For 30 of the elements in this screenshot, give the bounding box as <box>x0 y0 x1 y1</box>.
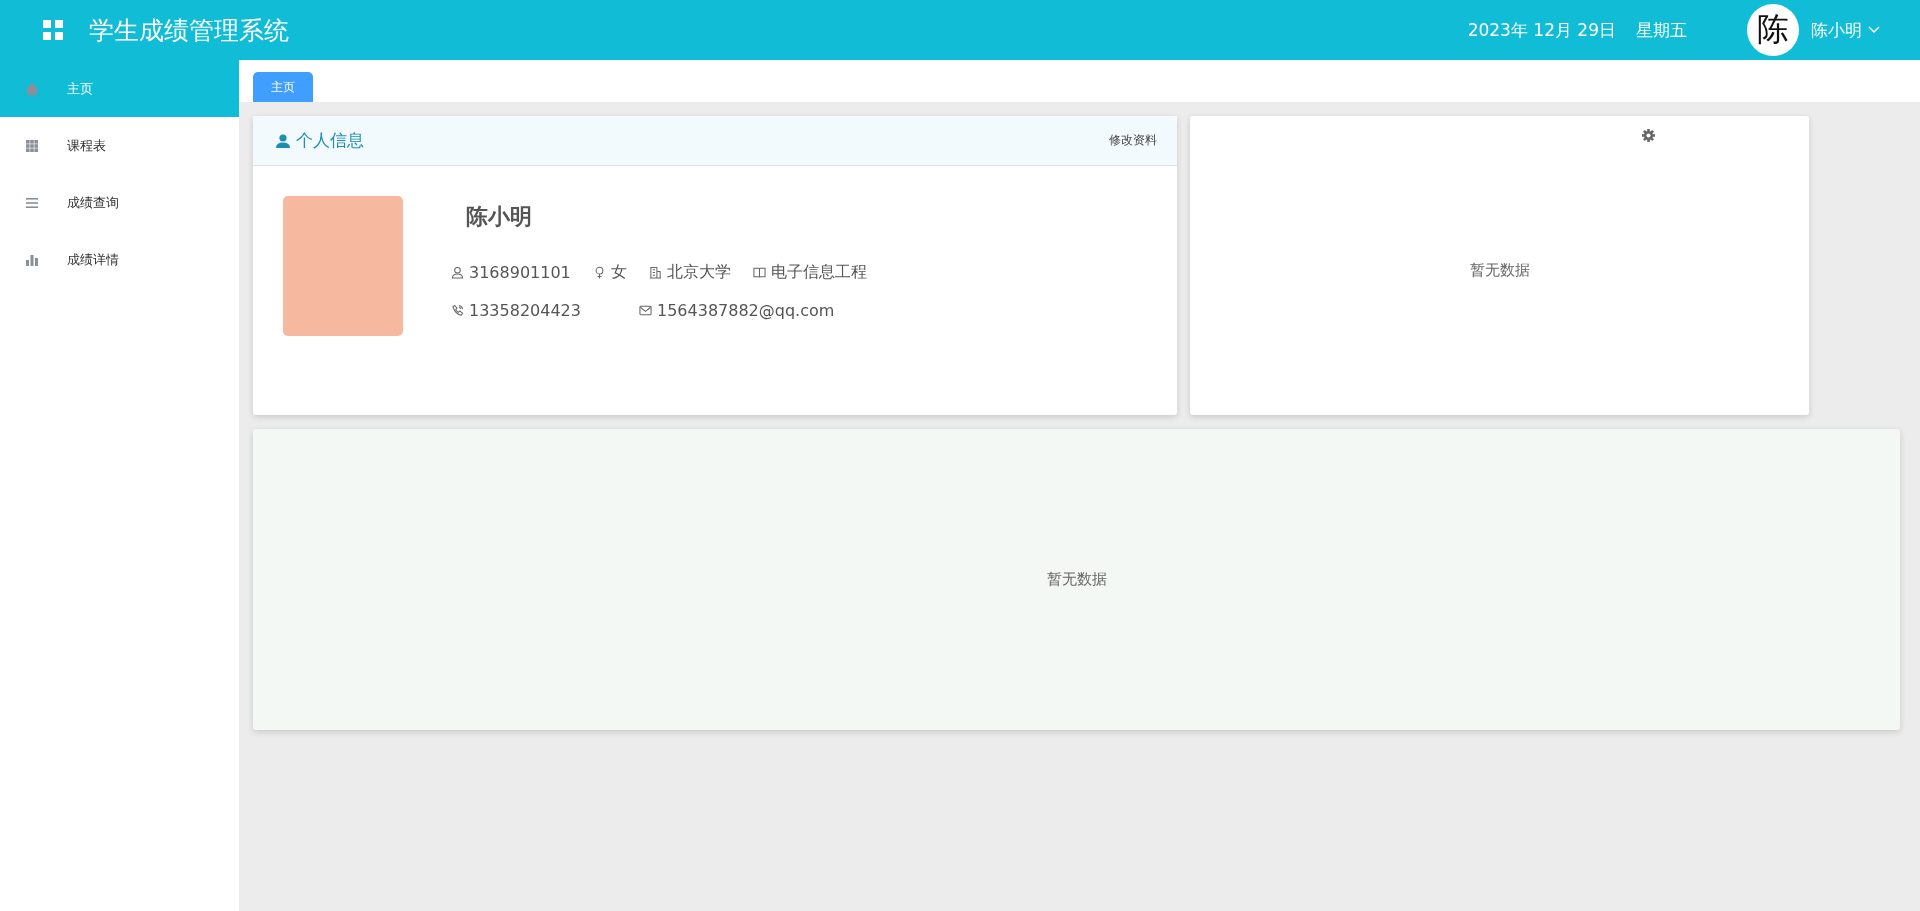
empty-text: 暂无数据 <box>1469 261 1530 280</box>
empty-text: 暂无数据 <box>1046 570 1107 589</box>
student-name: 陈小明 <box>466 203 533 231</box>
grid-icon <box>25 138 39 153</box>
info-text: 女 <box>610 262 627 283</box>
mail-icon <box>639 304 652 317</box>
book-icon <box>752 266 766 279</box>
info-text: 电子信息工程 <box>770 262 867 283</box>
bar-chart-icon <box>25 252 39 267</box>
caret-icon <box>1868 26 1880 34</box>
info-text: 北京大学 <box>666 262 731 283</box>
sidebar-item[interactable]: 成绩查询 <box>0 174 239 231</box>
phone-icon <box>451 304 464 317</box>
sidebar-item[interactable]: 课程表 <box>0 117 239 174</box>
home-icon <box>25 81 39 96</box>
weekday-text: 星期五 <box>1636 18 1687 42</box>
app-title: 学生成绩管理系统 <box>89 14 289 47</box>
user-icon <box>451 266 464 279</box>
date-text: 2023年 12月 29日 <box>1467 18 1616 42</box>
building-icon <box>648 266 662 279</box>
info-text: 1564387882@qq.com <box>657 301 835 320</box>
settings-icon[interactable] <box>1642 129 1655 142</box>
sidebar-item[interactable]: 成绩详情 <box>0 231 239 288</box>
user-avatar[interactable]: 陈 <box>1747 4 1799 56</box>
edit-profile-link[interactable]: 修改资料 <box>1109 132 1157 149</box>
user-icon <box>276 133 290 148</box>
card-title: 个人信息 <box>296 129 364 152</box>
info-text: 3168901101 <box>469 263 571 282</box>
list-icon <box>25 195 39 210</box>
info-text: 13358204423 <box>469 301 581 320</box>
